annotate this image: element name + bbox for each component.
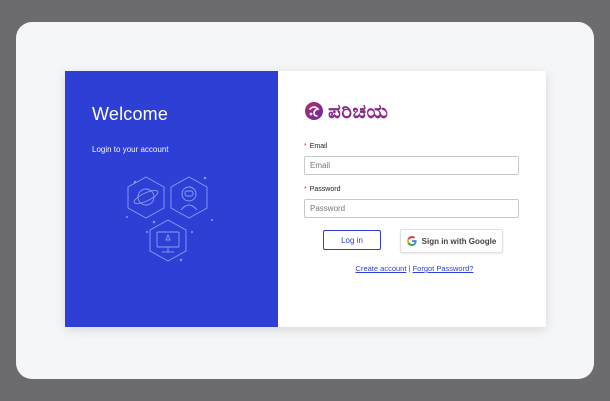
welcome-title: Welcome bbox=[92, 104, 169, 124]
account-links: Create account | Forgot Password? bbox=[278, 264, 546, 273]
page-frame: Welcome Login to your account ಪರಿಚಯ * Em… bbox=[16, 22, 594, 379]
password-label-text: Password bbox=[309, 186, 341, 193]
links-separator: | bbox=[408, 264, 411, 273]
welcome-panel: Welcome Login to your account bbox=[65, 71, 278, 327]
email-input[interactable] bbox=[304, 156, 519, 175]
create-account-link[interactable]: Create account bbox=[356, 264, 407, 273]
login-form-panel: ಪರಿಚಯ *Email *Password Log in Sign in wi… bbox=[278, 71, 546, 327]
brand-logo: ಪರಿಚಯ bbox=[304, 99, 388, 123]
space-illustration-icon bbox=[126, 176, 213, 262]
login-button[interactable]: Log in bbox=[323, 230, 381, 250]
email-label-text: Email bbox=[309, 143, 328, 150]
required-mark: * bbox=[304, 186, 307, 193]
required-mark: * bbox=[304, 143, 307, 150]
google-signin-button[interactable]: Sign in with Google bbox=[400, 229, 503, 253]
logo-mark-icon bbox=[305, 102, 323, 120]
welcome-subtitle: Login to your account bbox=[92, 145, 169, 154]
email-label: * Email bbox=[304, 143, 327, 150]
google-g-icon bbox=[406, 236, 417, 246]
google-signin-label: Sign in with Google bbox=[421, 236, 497, 246]
password-label: * Password bbox=[304, 186, 340, 193]
forgot-password-link[interactable]: Forgot Password? bbox=[413, 264, 474, 273]
brand-logo-text: ಪರಿಚಯ bbox=[328, 99, 389, 123]
password-input[interactable] bbox=[304, 199, 519, 218]
login-card: Welcome Login to your account ಪರಿಚಯ * Em… bbox=[65, 71, 546, 327]
